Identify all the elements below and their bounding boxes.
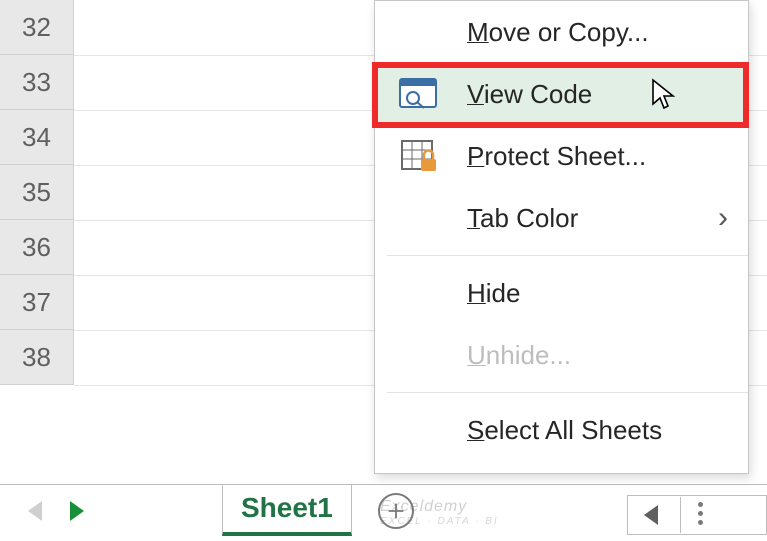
row-head-36[interactable]: 36 [0,220,74,275]
protect-sheet-icon [399,137,437,175]
menu-unhide: Unhide... [375,324,748,386]
menu-label: Select All Sheets [467,415,662,446]
menu-divider [387,392,748,393]
menu-divider [387,255,748,256]
row-headers: 32 33 34 35 36 37 38 [0,0,74,385]
menu-label: Protect Sheet... [467,141,646,172]
sheet-nav-prev-icon[interactable] [28,501,42,521]
triangle-left-icon [644,505,658,525]
menu-protect-sheet[interactable]: Protect Sheet... [375,125,748,187]
watermark-tag: EXCEL · DATA · BI [380,516,499,527]
watermark-brand: Exceldemy [380,498,467,515]
submenu-arrow-icon: › [718,201,728,235]
sheet-context-menu: Move or Copy... View Code Protect Sheet.… [374,0,749,474]
row-head-34[interactable]: 34 [0,110,74,165]
separator [680,497,681,533]
sheet-tab-sheet1[interactable]: Sheet1 [222,484,352,536]
menu-hide[interactable]: Hide [375,262,748,324]
sheet-nav-next-icon[interactable] [70,501,84,521]
menu-label: Unhide... [467,340,571,371]
menu-label: Tab Color [467,203,578,234]
menu-label: Hide [467,278,520,309]
watermark: Exceldemy EXCEL · DATA · BI [380,498,499,527]
menu-select-all-sheets[interactable]: Select All Sheets [375,399,748,461]
row-head-35[interactable]: 35 [0,165,74,220]
row-head-33[interactable]: 33 [0,55,74,110]
row-head-37[interactable]: 37 [0,275,74,330]
menu-tab-color[interactable]: Tab Color › [375,187,748,249]
menu-view-code[interactable]: View Code [375,63,748,125]
row-head-38[interactable]: 38 [0,330,74,385]
menu-label: View Code [467,79,592,110]
menu-label: Move or Copy... [467,17,649,48]
sheet-nav-arrows [0,501,112,521]
row-head-32[interactable]: 32 [0,0,74,55]
menu-move-or-copy[interactable]: Move or Copy... [375,1,748,63]
hscroll-left-control[interactable] [627,495,767,535]
view-code-icon [399,75,437,113]
